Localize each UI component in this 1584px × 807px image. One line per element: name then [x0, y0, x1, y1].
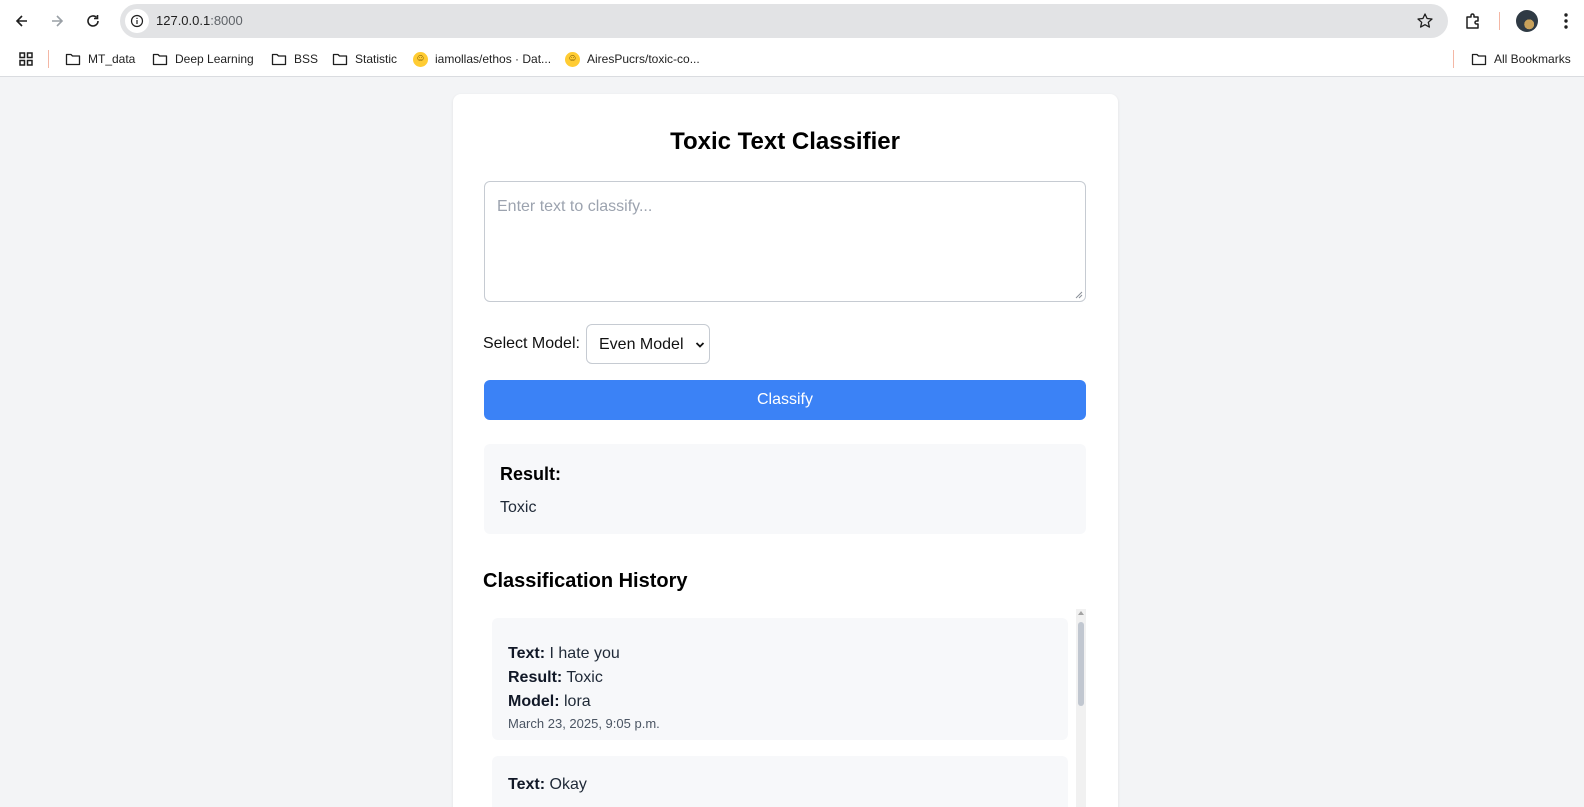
classify-button[interactable]: Classify [484, 380, 1086, 420]
history-model-label: Model: [508, 693, 560, 710]
more-menu-icon[interactable] [1556, 11, 1576, 31]
all-bookmarks-label: All Bookmarks [1494, 52, 1571, 66]
bookmark-mt-data[interactable]: MT_data [65, 49, 135, 69]
bookmark-deep-learning[interactable]: Deep Learning [152, 49, 254, 69]
text-input[interactable]: Enter text to classify... [484, 181, 1086, 302]
result-value: Toxic [500, 499, 537, 516]
history-result-line: Result: Toxic [508, 669, 603, 687]
model-select[interactable]: Even Model [586, 324, 710, 364]
scroll-thumb[interactable] [1078, 622, 1084, 706]
history-date: March 23, 2025, 9:05 p.m. [508, 716, 660, 731]
address-bar[interactable]: 127.0.0.1:8000 [120, 4, 1448, 38]
bookmark-star-icon[interactable] [1416, 12, 1434, 30]
folder-icon [332, 53, 348, 66]
history-text-line: Text: I hate you [508, 645, 620, 663]
bookmark-statistic[interactable]: Statistic [332, 49, 397, 69]
page-title: Toxic Text Classifier [670, 128, 900, 155]
bookmarks-bar: MT_data Deep Learning BSS Statistic ☺ ia… [0, 41, 1584, 77]
bookmark-toxic[interactable]: ☺ AiresPucrs/toxic-co... [565, 49, 700, 69]
folder-icon [271, 53, 287, 66]
profile-avatar[interactable] [1516, 10, 1538, 32]
scroll-up-arrow-icon[interactable] [1078, 611, 1084, 615]
history-list[interactable]: Text: I hate you Result: Toxic Model: lo… [484, 609, 1086, 807]
bookmark-label: AiresPucrs/toxic-co... [587, 52, 700, 66]
site-info-icon[interactable] [125, 9, 149, 33]
text-input-placeholder: Enter text to classify... [497, 198, 653, 215]
url-port: :8000 [210, 13, 243, 28]
bookmark-ethos[interactable]: ☺ iamollas/ethos · Dat... [413, 49, 551, 69]
history-text-value: Okay [549, 776, 587, 793]
history-text-line: Text: Okay [508, 776, 587, 794]
resize-grip-icon[interactable] [1075, 291, 1083, 299]
history-scrollbar[interactable] [1076, 609, 1086, 807]
extensions-icon[interactable] [1463, 11, 1483, 31]
history-item: Text: I hate you Result: Toxic Model: lo… [492, 618, 1068, 740]
folder-icon [65, 53, 81, 66]
apps-grid-icon[interactable] [18, 49, 41, 69]
model-select-value: Even Model [599, 336, 684, 353]
reload-icon[interactable] [80, 8, 106, 34]
chevron-down-icon [695, 342, 705, 348]
bookmarks-divider [48, 50, 49, 68]
history-result-label: Result: [508, 669, 563, 686]
history-heading: Classification History [483, 570, 688, 592]
forward-icon[interactable] [44, 8, 70, 34]
bookmark-label: Statistic [355, 52, 398, 66]
bookmark-label: MT_data [88, 52, 136, 66]
back-icon[interactable] [9, 8, 35, 34]
bookmark-label: Deep Learning [175, 52, 254, 66]
history-result-value: Toxic [566, 669, 603, 686]
history-item: Text: Okay [492, 756, 1068, 807]
history-text-label: Text: [508, 645, 546, 662]
url-text: 127.0.0.1:8000 [156, 13, 243, 28]
history-text-value: I hate you [549, 645, 620, 662]
url-host: 127.0.0.1 [156, 13, 211, 28]
result-panel: Result: Toxic [484, 444, 1086, 534]
bookmarks-divider [1453, 50, 1454, 68]
huggingface-icon: ☺ [413, 51, 428, 67]
history-model-line: Model: lora [508, 693, 591, 711]
all-bookmarks[interactable]: All Bookmarks [1471, 49, 1571, 69]
model-select-label: Select Model: [483, 335, 580, 352]
result-heading: Result: [500, 464, 562, 484]
history-text-label: Text: [508, 776, 546, 793]
history-model-value: lora [564, 693, 591, 710]
bookmark-label: BSS [294, 52, 319, 66]
folder-icon [152, 53, 168, 66]
bookmark-label: iamollas/ethos · Dat... [435, 52, 552, 66]
browser-toolbar: 127.0.0.1:8000 [0, 0, 1584, 41]
folder-icon [1471, 53, 1487, 66]
bookmark-bss[interactable]: BSS [271, 49, 318, 69]
huggingface-icon: ☺ [565, 51, 580, 67]
toolbar-divider [1499, 12, 1500, 30]
